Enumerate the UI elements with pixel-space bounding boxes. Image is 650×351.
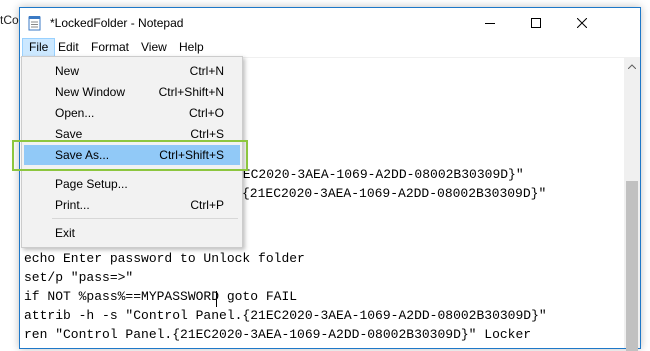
menu-item-label: New <box>55 64 80 78</box>
menu-view[interactable]: View <box>135 39 173 56</box>
minimize-button[interactable] <box>467 8 513 38</box>
scrollbar-thumb[interactable] <box>626 181 638 351</box>
menu-help[interactable]: Help <box>173 39 210 56</box>
editor-line: ren "Control Panel.{21EC2020-3AEA-1069-A… <box>24 327 532 342</box>
notepad-icon <box>28 16 41 31</box>
menu-item-label: Open... <box>55 106 95 120</box>
scroll-up-button[interactable] <box>624 58 640 74</box>
menu-item-label: Page Setup... <box>55 177 128 191</box>
vertical-scrollbar[interactable] <box>624 58 640 351</box>
menu-separator <box>52 218 238 219</box>
annotation-highlight-box <box>12 140 248 171</box>
menu-bar: File Edit Format View Help <box>20 38 640 58</box>
menu-item-shortcut: Ctrl+O <box>188 106 224 120</box>
close-button[interactable] <box>559 8 605 38</box>
menu-item-shortcut: Ctrl+S <box>190 127 224 141</box>
chevron-up-icon <box>628 63 636 69</box>
menu-item-new-window[interactable]: New Window Ctrl+Shift+N <box>24 82 240 102</box>
menu-file[interactable]: File <box>22 38 56 57</box>
menu-item-shortcut: Ctrl+Shift+N <box>158 85 224 99</box>
menu-item-label: Exit <box>55 226 76 240</box>
menu-item-label: Save <box>55 127 83 141</box>
background-text: tCo <box>0 13 19 27</box>
menu-edit[interactable]: Edit <box>52 39 85 56</box>
menu-item-open[interactable]: Open... Ctrl+O <box>24 103 240 123</box>
title-bar[interactable]: *LockedFolder - Notepad <box>20 8 640 38</box>
menu-item-page-setup[interactable]: Page Setup... <box>24 174 240 194</box>
editor-partial-line: {21EC2020-3AEA-1069-A2DD-08002B30309D}" <box>242 186 547 201</box>
maximize-icon <box>531 18 541 28</box>
menu-item-exit[interactable]: Exit <box>24 223 240 243</box>
minimize-icon <box>485 23 495 24</box>
menu-item-shortcut: Ctrl+P <box>190 198 224 212</box>
menu-item-shortcut: Ctrl+N <box>189 64 224 78</box>
maximize-button[interactable] <box>513 8 559 38</box>
menu-item-print[interactable]: Print... Ctrl+P <box>24 195 240 215</box>
menu-format[interactable]: Format <box>85 39 135 56</box>
menu-item-label: New Window <box>55 85 126 99</box>
close-icon <box>577 18 587 28</box>
text-caret <box>216 291 217 307</box>
menu-item-new[interactable]: New Ctrl+N <box>24 61 240 81</box>
menu-item-label: Print... <box>55 198 90 212</box>
window-title: *LockedFolder - Notepad <box>50 16 184 30</box>
